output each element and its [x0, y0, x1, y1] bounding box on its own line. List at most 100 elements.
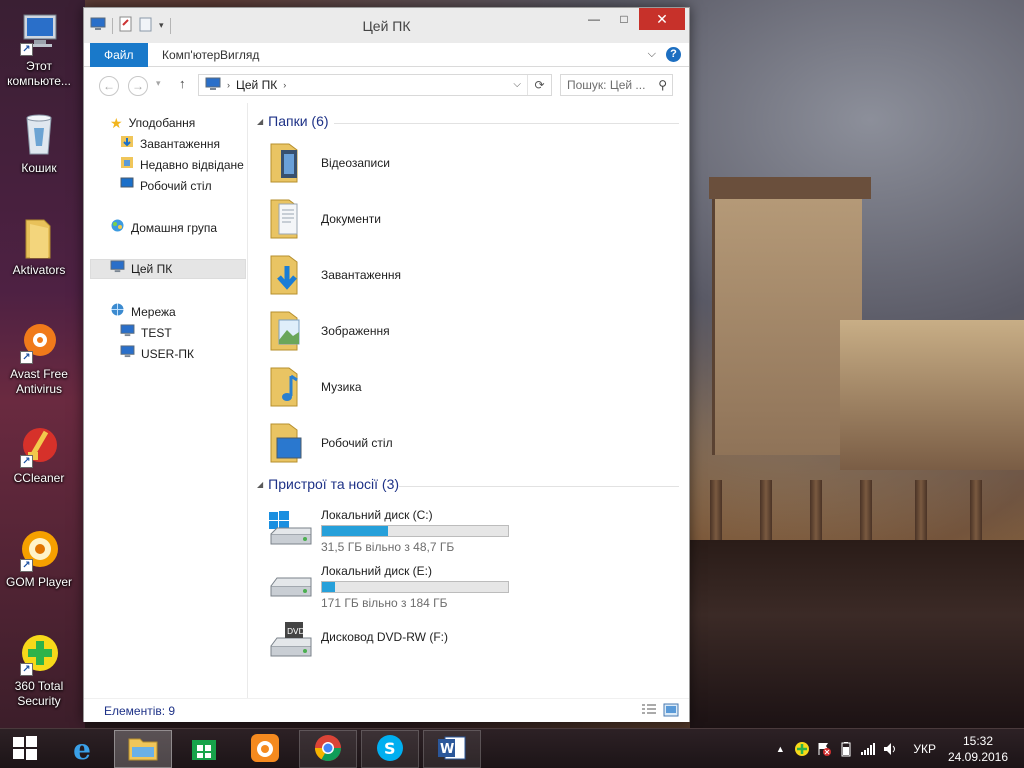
- close-button[interactable]: ✕: [639, 8, 685, 30]
- gom-player-icon: ↗: [16, 526, 62, 572]
- desktop-icon-label: Aktivators: [12, 263, 66, 277]
- nav-desktop[interactable]: Робочий стіл: [120, 176, 212, 196]
- refresh-button[interactable]: ⟳: [527, 75, 551, 95]
- desktop-icon-label: CCleaner: [13, 471, 65, 485]
- pictures-folder-icon: [269, 308, 305, 355]
- volume-icon[interactable]: [881, 740, 899, 758]
- clock-time: 15:32: [962, 734, 994, 748]
- computer-small-icon: [120, 344, 135, 364]
- battery-icon[interactable]: [837, 740, 855, 758]
- desktop-icon-recycle-bin[interactable]: Кошик: [0, 112, 78, 176]
- taskbar-skype[interactable]: S: [361, 730, 419, 768]
- taskbar-store[interactable]: [175, 730, 233, 768]
- svg-text:DVD: DVD: [287, 627, 305, 636]
- maximize-button[interactable]: □: [609, 8, 639, 30]
- expand-ribbon-icon[interactable]: ⌵: [648, 48, 656, 61]
- drive-c[interactable]: Локальний диск (C:) 31,5 ГБ вільно з 48,…: [267, 508, 527, 560]
- language-indicator[interactable]: УКР: [913, 742, 936, 756]
- folder-downloads[interactable]: Завантаження: [269, 249, 401, 301]
- nav-favorites[interactable]: ★ Уподобання: [110, 113, 195, 133]
- taskbar-file-explorer[interactable]: [114, 730, 172, 768]
- taskbar-chrome[interactable]: [299, 730, 357, 768]
- recycle-bin-icon: [16, 112, 62, 158]
- address-dropdown-icon[interactable]: ⌵: [513, 79, 521, 90]
- desktop-icon-label: Этот компьюте...: [7, 59, 71, 88]
- desktop-icon-aktivators[interactable]: Aktivators: [0, 214, 78, 278]
- drive-name: Локальний диск (C:): [321, 508, 433, 522]
- desktop-icon-this-computer[interactable]: ↗ Этот компьюте...: [0, 10, 78, 89]
- drive-f-dvd[interactable]: DVD Дисковод DVD-RW (F:): [267, 620, 527, 672]
- chevron-right-icon[interactable]: ›: [227, 80, 230, 90]
- svg-text:W: W: [440, 742, 454, 757]
- clock[interactable]: 15:32 24.09.2016: [946, 733, 1010, 765]
- word-icon: W: [437, 734, 467, 765]
- show-hidden-icons-icon[interactable]: ▲: [771, 740, 789, 758]
- nav-downloads[interactable]: Завантаження: [120, 134, 220, 154]
- nav-network-user-pc[interactable]: USER-ПК: [120, 344, 194, 364]
- window-controls: — □ ✕: [579, 8, 685, 30]
- desktop-icon-gom-player[interactable]: ↗ GOM Player: [0, 526, 78, 590]
- tab-file[interactable]: Файл: [90, 43, 148, 67]
- group-divider: [334, 123, 679, 124]
- nav-homegroup[interactable]: Домашня група: [110, 218, 217, 238]
- large-icons-view-icon[interactable]: [663, 703, 679, 720]
- folder-documents[interactable]: Документи: [269, 193, 381, 245]
- folder-music[interactable]: Музика: [269, 361, 362, 413]
- address-bar[interactable]: › Цей ПК › ⌵ ⟳: [198, 74, 552, 96]
- explorer-content: ★ Уподобання Завантаження Недавно відвід…: [84, 103, 689, 698]
- taskbar-internet-explorer[interactable]: e: [53, 730, 111, 768]
- search-input[interactable]: Пошук: Цей ... ⚲: [560, 74, 673, 96]
- folders-group-header[interactable]: ◢ Папки (6): [257, 113, 329, 129]
- back-button[interactable]: ←: [99, 76, 119, 96]
- recent-locations-icon[interactable]: ▾: [156, 78, 161, 89]
- tab-view[interactable]: Вигляд: [206, 43, 273, 67]
- ribbon-tabs: Файл Комп'ютер Вигляд ⌵ ?: [84, 43, 689, 67]
- downloads-folder-icon: [120, 134, 134, 154]
- taskbar: e S W ▲ УКР 15:32 24.09.2016: [0, 728, 1024, 768]
- chrome-icon: [313, 733, 343, 766]
- downloads-folder-icon: [269, 252, 305, 299]
- details-view-icon[interactable]: [641, 703, 657, 720]
- wallpaper-building-right: [840, 320, 1024, 470]
- drive-e[interactable]: Локальний диск (E:) 171 ГБ вільно з 184 …: [267, 564, 527, 616]
- network-icon: [110, 302, 125, 323]
- nav-this-pc[interactable]: Цей ПК: [90, 259, 246, 279]
- collapse-triangle-icon[interactable]: ◢: [257, 480, 263, 489]
- hard-drive-icon: [267, 564, 315, 609]
- music-folder-icon: [269, 364, 305, 411]
- internet-explorer-icon: e: [73, 732, 91, 766]
- folder-desktop[interactable]: Робочий стіл: [269, 417, 393, 469]
- title-bar[interactable]: ▾ Цей ПК — □ ✕: [84, 8, 689, 43]
- signal-icon[interactable]: [859, 740, 877, 758]
- folder-pictures[interactable]: Зображення: [269, 305, 390, 357]
- chevron-right-icon[interactable]: ›: [283, 80, 286, 90]
- ribbon-controls: ⌵ ?: [648, 47, 681, 62]
- file-explorer-icon: [128, 735, 158, 764]
- breadcrumb-this-pc[interactable]: Цей ПК: [236, 78, 277, 92]
- desktop-icon-360-total-security[interactable]: ↗ 360 Total Security: [0, 630, 78, 709]
- minimize-button[interactable]: —: [579, 8, 609, 30]
- desktop-icon-ccleaner[interactable]: ↗ CCleaner: [0, 422, 78, 486]
- nav-recent[interactable]: Недавно відвідане: [120, 155, 244, 175]
- up-button[interactable]: ↑: [179, 76, 186, 91]
- nav-network-test[interactable]: TEST: [120, 323, 172, 343]
- folder-videos[interactable]: Відеозаписи: [269, 137, 390, 189]
- 360-tray-icon[interactable]: [793, 740, 811, 758]
- taskbar-word[interactable]: W: [423, 730, 481, 768]
- help-icon[interactable]: ?: [666, 47, 681, 62]
- computer-icon: ↗: [16, 10, 62, 56]
- drive-usage-fill: [322, 526, 388, 536]
- collapse-triangle-icon[interactable]: ◢: [257, 117, 263, 126]
- search-placeholder: Пошук: Цей ...: [567, 78, 646, 92]
- desktop-icon-avast[interactable]: ↗ Avast Free Antivirus: [0, 318, 78, 397]
- devices-group-header[interactable]: ◢ Пристрої та носії (3): [257, 476, 399, 492]
- wallpaper-water: [690, 540, 1024, 728]
- forward-button[interactable]: →: [128, 76, 148, 96]
- action-center-icon[interactable]: [815, 740, 833, 758]
- computer-small-icon: [120, 323, 135, 343]
- taskbar-uc-browser[interactable]: [236, 730, 294, 768]
- nav-network[interactable]: Мережа: [110, 302, 176, 322]
- desktop-icon-label: GOM Player: [5, 575, 72, 589]
- desktop-folder-icon: [269, 420, 305, 467]
- start-button[interactable]: [0, 730, 50, 768]
